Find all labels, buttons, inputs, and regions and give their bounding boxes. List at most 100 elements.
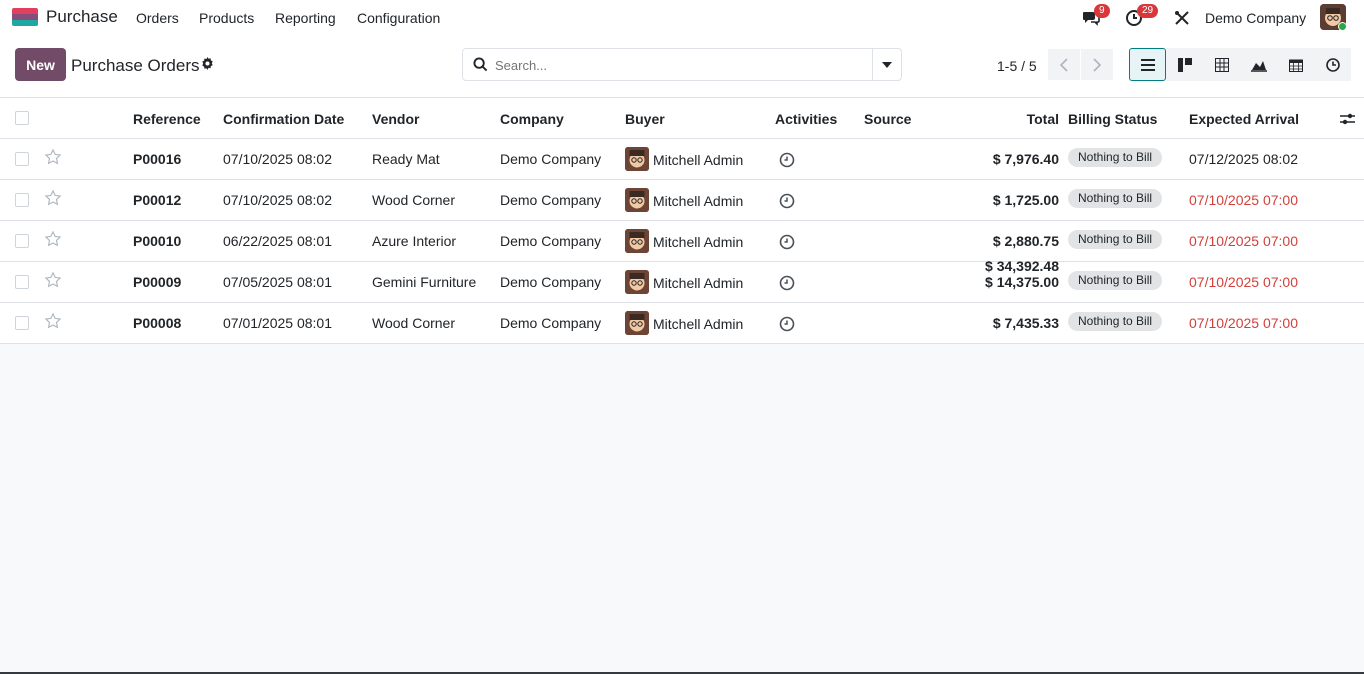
cell-total: $ 2,880.75 (992, 233, 1059, 249)
column-vendor[interactable]: Vendor (372, 111, 419, 127)
menu-configuration[interactable]: Configuration (357, 10, 440, 26)
optional-columns-icon[interactable] (1340, 112, 1355, 128)
kanban-view-button[interactable] (1166, 48, 1203, 81)
select-all-checkbox[interactable] (15, 111, 29, 125)
buyer-avatar[interactable] (625, 311, 649, 335)
cell-confirmation-date: 07/01/2025 08:01 (223, 315, 332, 331)
cell-buyer: Mitchell Admin (653, 234, 744, 250)
row-checkbox[interactable] (15, 234, 29, 248)
row-checkbox[interactable] (15, 193, 29, 207)
column-confirmation-date[interactable]: Confirmation Date (223, 111, 344, 127)
cell-buyer: Mitchell Admin (653, 316, 744, 332)
activity-view-button[interactable] (1314, 48, 1351, 81)
area-chart-icon (1250, 60, 1267, 72)
buyer-avatar[interactable] (625, 188, 649, 212)
pager-next-button[interactable] (1081, 49, 1113, 80)
cell-company: Demo Company (500, 192, 602, 208)
cell-total: $ 7,976.40 (992, 151, 1059, 167)
activity-clock-icon[interactable] (779, 234, 795, 253)
search-bar (462, 48, 902, 81)
star-icon[interactable] (44, 189, 62, 210)
chevron-right-icon (1093, 57, 1101, 72)
cell-total: $ 14,375.00 (985, 274, 1059, 290)
search-icon (473, 57, 488, 75)
caret-down-icon (882, 61, 892, 68)
table-row[interactable]: P00012 07/10/2025 08:02 Wood Corner Demo… (0, 180, 1364, 221)
cell-expected-arrival: 07/10/2025 07:00 (1189, 233, 1298, 249)
row-checkbox[interactable] (15, 152, 29, 166)
control-panel: New Purchase Orders 1-5 / 5 (0, 35, 1364, 98)
pager-previous-button[interactable] (1048, 49, 1080, 80)
cell-expected-arrival: 07/10/2025 07:00 (1189, 274, 1298, 290)
cell-vendor: Wood Corner (372, 192, 456, 208)
pivot-view-button[interactable] (1203, 48, 1240, 81)
menu-products[interactable]: Products (199, 10, 254, 26)
table-row[interactable]: P00008 07/01/2025 08:01 Wood Corner Demo… (0, 303, 1364, 344)
app-logo-icon[interactable] (12, 8, 38, 26)
calendar-view-button[interactable] (1277, 48, 1314, 81)
billing-status-badge: Nothing to Bill (1068, 189, 1163, 208)
calendar-icon (1288, 59, 1303, 72)
search-options-toggle[interactable] (872, 49, 901, 80)
cell-confirmation-date: 07/10/2025 08:02 (223, 192, 332, 208)
billing-status-badge: Nothing to Bill (1068, 312, 1163, 331)
star-icon[interactable] (44, 230, 62, 251)
pager-value[interactable]: 1-5 / 5 (997, 58, 1037, 74)
table-row[interactable]: P00016 07/10/2025 08:02 Ready Mat Demo C… (0, 139, 1364, 180)
billing-status-badge: Nothing to Bill (1068, 230, 1163, 249)
column-total[interactable]: Total (1027, 111, 1059, 127)
online-status-dot (1338, 22, 1346, 30)
page-title[interactable]: Purchase Orders (71, 56, 200, 76)
column-billing-status[interactable]: Billing Status (1068, 111, 1157, 127)
cell-reference: P00009 (133, 274, 182, 290)
buyer-avatar[interactable] (625, 229, 649, 253)
new-button[interactable]: New (15, 48, 66, 81)
billing-status-badge: Nothing to Bill (1068, 271, 1163, 290)
cell-total: $ 7,435.33 (992, 315, 1059, 331)
cell-buyer: Mitchell Admin (653, 193, 744, 209)
star-icon[interactable] (44, 148, 62, 169)
top-navbar: Purchase Orders Products Reporting Confi… (0, 0, 1364, 35)
activity-clock-icon[interactable] (779, 152, 795, 171)
table-header: Reference Confirmation Date Vendor Compa… (0, 98, 1364, 139)
column-expected-arrival[interactable]: Expected Arrival (1189, 111, 1299, 127)
list-icon (1140, 58, 1155, 71)
list-view-button[interactable] (1129, 48, 1166, 81)
activities-clock-icon[interactable]: 29 (1124, 4, 1159, 28)
table-row[interactable]: P00009 07/05/2025 08:01 Gemini Furniture… (0, 262, 1364, 303)
table-row[interactable]: P00010 06/22/2025 08:01 Azure Interior D… (0, 221, 1364, 262)
activity-clock-icon[interactable] (779, 275, 795, 294)
row-checkbox[interactable] (15, 316, 29, 330)
column-source[interactable]: Source (864, 111, 911, 127)
cell-company: Demo Company (500, 151, 602, 167)
column-buyer[interactable]: Buyer (625, 111, 665, 127)
app-name[interactable]: Purchase (46, 7, 118, 27)
column-activities[interactable]: Activities (775, 111, 837, 127)
cell-company: Demo Company (500, 315, 602, 331)
cell-confirmation-date: 07/05/2025 08:01 (223, 274, 332, 290)
activity-clock-icon[interactable] (779, 193, 795, 212)
menu-orders[interactable]: Orders (136, 10, 179, 26)
user-avatar[interactable] (1320, 4, 1346, 30)
activity-clock-icon[interactable] (779, 316, 795, 335)
menu-reporting[interactable]: Reporting (275, 10, 336, 26)
gear-icon[interactable] (201, 57, 214, 73)
company-switcher[interactable]: Demo Company (1205, 10, 1306, 26)
graph-view-button[interactable] (1240, 48, 1277, 81)
clock-icon (1325, 57, 1340, 72)
cell-buyer: Mitchell Admin (653, 152, 744, 168)
tools-icon[interactable] (1172, 8, 1192, 28)
messages-icon[interactable]: 9 (1081, 4, 1110, 28)
search-input[interactable] (495, 55, 865, 75)
grand-total: $ 34,392.48 (985, 258, 1059, 274)
star-icon[interactable] (44, 312, 62, 333)
star-icon[interactable] (44, 271, 62, 292)
cell-reference: P00008 (133, 315, 182, 331)
cell-confirmation-date: 06/22/2025 08:01 (223, 233, 332, 249)
column-company[interactable]: Company (500, 111, 564, 127)
buyer-avatar[interactable] (625, 270, 649, 294)
buyer-avatar[interactable] (625, 147, 649, 171)
row-checkbox[interactable] (15, 275, 29, 289)
cell-buyer: Mitchell Admin (653, 275, 744, 291)
column-reference[interactable]: Reference (133, 111, 201, 127)
